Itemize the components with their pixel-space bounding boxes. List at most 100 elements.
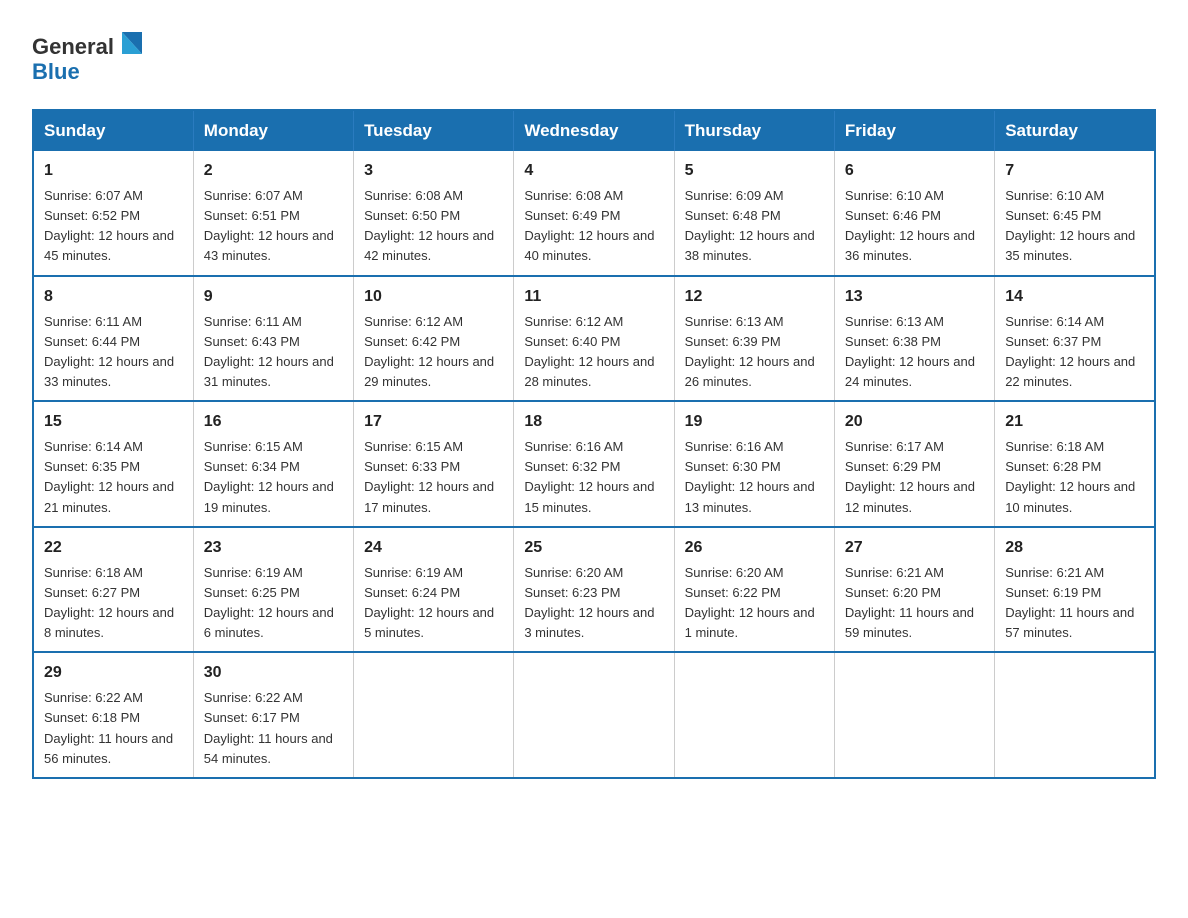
calendar-cell: 5 Sunrise: 6:09 AMSunset: 6:48 PMDaylight… [674,151,834,276]
day-info: Sunrise: 6:20 AMSunset: 6:23 PMDaylight:… [524,565,654,640]
calendar-cell: 7Sunrise: 6:10 AMSunset: 6:45 PMDaylight… [995,151,1155,276]
calendar-cell: 2 Sunrise: 6:07 AMSunset: 6:51 PMDaylight… [193,151,353,276]
day-info: Sunrise: 6:22 AMSunset: 6:18 PMDaylight:… [44,690,173,765]
calendar-cell: 18 Sunrise: 6:16 AMSunset: 6:32 PMDayligh… [514,401,674,527]
day-info: Sunrise: 6:08 AMSunset: 6:49 PMDaylight:… [524,188,654,263]
day-info: Sunrise: 6:14 AMSunset: 6:35 PMDaylight:… [44,439,174,514]
day-info: Sunrise: 6:14 AMSunset: 6:37 PMDaylight:… [1005,314,1135,389]
calendar-cell [834,652,994,778]
calendar-cell [354,652,514,778]
week-row-1: 1Sunrise: 6:07 AMSunset: 6:52 PMDaylight… [33,151,1155,276]
day-info: Sunrise: 6:09 AMSunset: 6:48 PMDaylight:… [685,188,815,263]
week-row-3: 15 Sunrise: 6:14 AMSunset: 6:35 PMDayligh… [33,401,1155,527]
day-number: 24 [364,536,503,560]
calendar-cell: 4Sunrise: 6:08 AMSunset: 6:49 PMDaylight… [514,151,674,276]
calendar-cell: 15 Sunrise: 6:14 AMSunset: 6:35 PMDayligh… [33,401,193,527]
calendar-cell: 13 Sunrise: 6:13 AMSunset: 6:38 PMDayligh… [834,276,994,402]
calendar-cell: 26Sunrise: 6:20 AMSunset: 6:22 PMDayligh… [674,527,834,653]
calendar-cell: 11Sunrise: 6:12 AMSunset: 6:40 PMDayligh… [514,276,674,402]
day-info: Sunrise: 6:16 AMSunset: 6:30 PMDaylight:… [685,439,815,514]
weekday-header-sunday: Sunday [33,110,193,151]
day-info: Sunrise: 6:12 AMSunset: 6:40 PMDaylight:… [524,314,654,389]
weekday-header-monday: Monday [193,110,353,151]
weekday-header-saturday: Saturday [995,110,1155,151]
day-info: Sunrise: 6:11 AMSunset: 6:43 PMDaylight:… [204,314,334,389]
weekday-header-row: SundayMondayTuesdayWednesdayThursdayFrid… [33,110,1155,151]
day-number: 1 [44,159,183,183]
day-info: Sunrise: 6:19 AMSunset: 6:25 PMDaylight:… [204,565,334,640]
day-number: 19 [685,410,824,434]
day-number: 18 [524,410,663,434]
day-info: Sunrise: 6:10 AMSunset: 6:46 PMDaylight:… [845,188,975,263]
day-info: Sunrise: 6:13 AMSunset: 6:38 PMDaylight:… [845,314,975,389]
calendar-cell: 27 Sunrise: 6:21 AMSunset: 6:20 PMDayligh… [834,527,994,653]
day-info: Sunrise: 6:22 AMSunset: 6:17 PMDaylight:… [204,690,333,765]
calendar-cell: 17Sunrise: 6:15 AMSunset: 6:33 PMDayligh… [354,401,514,527]
day-number: 13 [845,285,984,309]
day-info: Sunrise: 6:11 AMSunset: 6:44 PMDaylight:… [44,314,174,389]
calendar-cell: 29 Sunrise: 6:22 AMSunset: 6:18 PMDayligh… [33,652,193,778]
calendar-cell: 19 Sunrise: 6:16 AMSunset: 6:30 PMDayligh… [674,401,834,527]
day-number: 3 [364,159,503,183]
page-header: General Blue [32,24,1156,89]
calendar-cell: 10Sunrise: 6:12 AMSunset: 6:42 PMDayligh… [354,276,514,402]
calendar-cell [674,652,834,778]
calendar-cell: 3 Sunrise: 6:08 AMSunset: 6:50 PMDaylight… [354,151,514,276]
day-number: 25 [524,536,663,560]
weekday-header-thursday: Thursday [674,110,834,151]
day-number: 22 [44,536,183,560]
day-number: 2 [204,159,343,183]
day-info: Sunrise: 6:08 AMSunset: 6:50 PMDaylight:… [364,188,494,263]
week-row-2: 8Sunrise: 6:11 AMSunset: 6:44 PMDaylight… [33,276,1155,402]
day-number: 12 [685,285,824,309]
day-number: 26 [685,536,824,560]
day-info: Sunrise: 6:21 AMSunset: 6:19 PMDaylight:… [1005,565,1134,640]
day-info: Sunrise: 6:18 AMSunset: 6:28 PMDaylight:… [1005,439,1135,514]
weekday-header-friday: Friday [834,110,994,151]
logo-svg: General Blue [32,24,152,84]
calendar-cell: 12 Sunrise: 6:13 AMSunset: 6:39 PMDayligh… [674,276,834,402]
weekday-header-wednesday: Wednesday [514,110,674,151]
day-number: 15 [44,410,183,434]
calendar-cell: 22 Sunrise: 6:18 AMSunset: 6:27 PMDayligh… [33,527,193,653]
day-info: Sunrise: 6:18 AMSunset: 6:27 PMDaylight:… [44,565,174,640]
calendar-cell: 1Sunrise: 6:07 AMSunset: 6:52 PMDaylight… [33,151,193,276]
day-info: Sunrise: 6:15 AMSunset: 6:33 PMDaylight:… [364,439,494,514]
weekday-header-tuesday: Tuesday [354,110,514,151]
calendar-cell: 21 Sunrise: 6:18 AMSunset: 6:28 PMDayligh… [995,401,1155,527]
week-row-5: 29 Sunrise: 6:22 AMSunset: 6:18 PMDayligh… [33,652,1155,778]
calendar-cell: 14Sunrise: 6:14 AMSunset: 6:37 PMDayligh… [995,276,1155,402]
day-info: Sunrise: 6:17 AMSunset: 6:29 PMDaylight:… [845,439,975,514]
calendar-cell: 25 Sunrise: 6:20 AMSunset: 6:23 PMDayligh… [514,527,674,653]
calendar-cell: 9 Sunrise: 6:11 AMSunset: 6:43 PMDaylight… [193,276,353,402]
day-info: Sunrise: 6:16 AMSunset: 6:32 PMDaylight:… [524,439,654,514]
day-number: 29 [44,661,183,685]
calendar-cell: 16 Sunrise: 6:15 AMSunset: 6:34 PMDayligh… [193,401,353,527]
day-number: 23 [204,536,343,560]
day-number: 20 [845,410,984,434]
day-info: Sunrise: 6:15 AMSunset: 6:34 PMDaylight:… [204,439,334,514]
day-number: 9 [204,285,343,309]
day-number: 21 [1005,410,1144,434]
day-number: 28 [1005,536,1144,560]
day-number: 27 [845,536,984,560]
week-row-4: 22 Sunrise: 6:18 AMSunset: 6:27 PMDayligh… [33,527,1155,653]
svg-text:General: General [32,34,114,59]
calendar-cell: 28 Sunrise: 6:21 AMSunset: 6:19 PMDayligh… [995,527,1155,653]
calendar-table: SundayMondayTuesdayWednesdayThursdayFrid… [32,109,1156,779]
day-number: 6 [845,159,984,183]
day-number: 5 [685,159,824,183]
calendar-cell: 24Sunrise: 6:19 AMSunset: 6:24 PMDayligh… [354,527,514,653]
day-info: Sunrise: 6:07 AMSunset: 6:51 PMDaylight:… [204,188,334,263]
day-info: Sunrise: 6:13 AMSunset: 6:39 PMDaylight:… [685,314,815,389]
day-info: Sunrise: 6:21 AMSunset: 6:20 PMDaylight:… [845,565,974,640]
calendar-cell [514,652,674,778]
day-number: 16 [204,410,343,434]
day-number: 30 [204,661,343,685]
day-number: 10 [364,285,503,309]
logo-text: General Blue [32,24,152,89]
calendar-cell [995,652,1155,778]
day-info: Sunrise: 6:10 AMSunset: 6:45 PMDaylight:… [1005,188,1135,263]
logo: General Blue [32,24,152,89]
calendar-cell: 30 Sunrise: 6:22 AMSunset: 6:17 PMDayligh… [193,652,353,778]
